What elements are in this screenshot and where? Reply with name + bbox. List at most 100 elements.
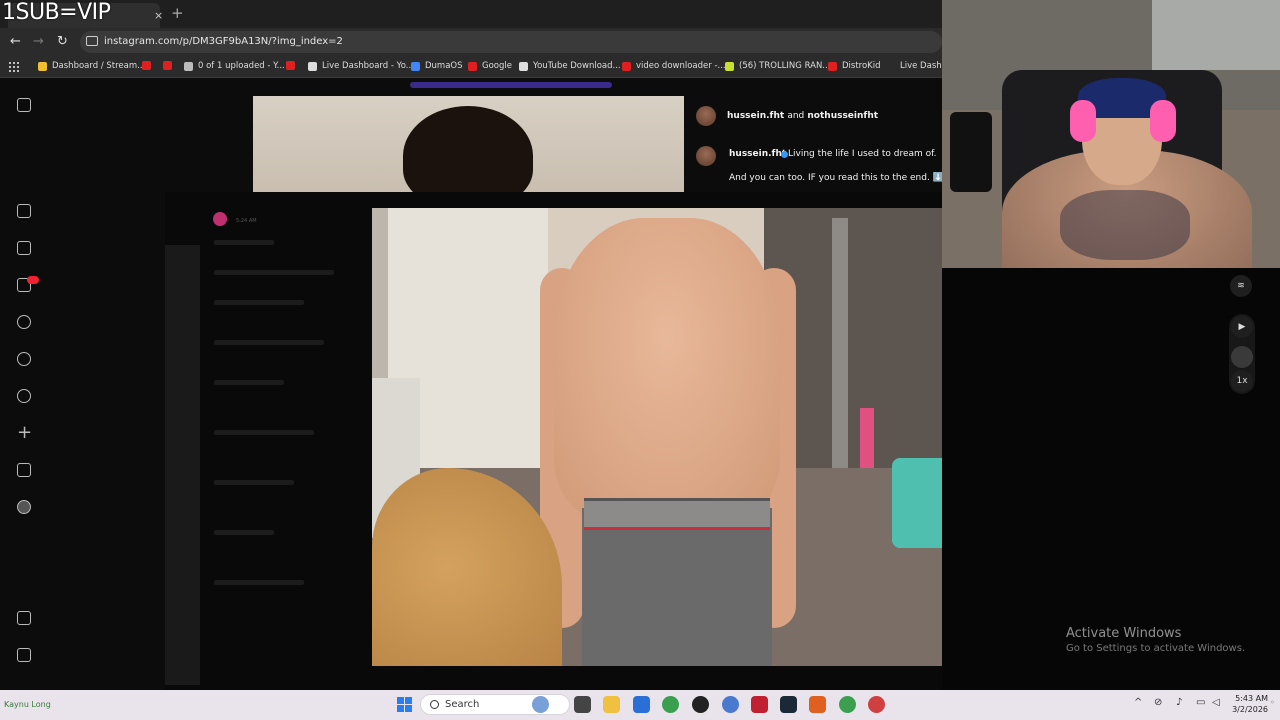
notifications-heart-icon[interactable] <box>17 389 31 403</box>
desktop-screen: × + 1SUB=VIP ← → ↻ instagram.com/p/DM3GF… <box>0 0 1280 720</box>
activate-windows-subtitle: Go to Settings to activate Windows. <box>1066 643 1246 654</box>
bookmark-favicon-icon <box>519 61 528 71</box>
bookmark-item[interactable] <box>163 61 177 70</box>
avatar[interactable] <box>1231 346 1253 368</box>
bookmark-label: Live Dashb <box>900 61 948 71</box>
microphone-icon[interactable]: ♪ <box>1176 697 1182 708</box>
bookmark-favicon-icon <box>622 61 631 71</box>
apps-grid-icon[interactable] <box>8 61 19 72</box>
search-icon[interactable] <box>17 315 31 329</box>
widgets-icon[interactable] <box>532 696 549 713</box>
bookmark-favicon-icon <box>468 61 477 71</box>
bookmarks-bar: Dashboard / Stream... 0 of 1 uploaded - … <box>0 56 947 78</box>
video-player[interactable] <box>372 208 953 666</box>
bookmark-item[interactable]: video downloader -... <box>622 61 726 71</box>
reload-icon[interactable]: ↻ <box>57 34 68 49</box>
reels-icon[interactable] <box>17 241 31 255</box>
instagram-nav-rail: + <box>0 78 48 690</box>
bookmark-item[interactable]: DistroKid <box>828 61 881 71</box>
chat-line <box>214 300 304 305</box>
more-menu-icon[interactable] <box>17 611 31 625</box>
bookmark-favicon-icon <box>886 62 895 71</box>
home-icon[interactable] <box>17 204 31 218</box>
forward-icon[interactable]: → <box>33 34 44 49</box>
bookmark-item[interactable]: (56) TROLLING RAN... <box>725 61 830 71</box>
chrome-icon[interactable] <box>662 696 679 713</box>
liked-by-user[interactable]: hussein.fht <box>727 111 784 121</box>
likes-and-text: and <box>787 111 805 121</box>
bookmark-item[interactable]: YouTube Download... <box>519 61 621 71</box>
chrome-icon[interactable] <box>868 696 885 713</box>
display-icon[interactable]: ▭ <box>1196 697 1205 708</box>
playback-speed-button[interactable]: 1x <box>1231 370 1253 392</box>
chat-timestamp: 5:24 AM <box>236 218 257 224</box>
instagram-logo-icon[interactable] <box>17 98 31 112</box>
video-subject-waistband <box>584 498 770 530</box>
profile-avatar-icon[interactable] <box>17 500 31 514</box>
avatar[interactable] <box>696 106 716 126</box>
chrome-profile-icon[interactable] <box>722 696 739 713</box>
video-subject-torso <box>554 218 780 518</box>
app-icon[interactable] <box>809 696 826 713</box>
also-from-meta-icon[interactable] <box>17 648 31 662</box>
bookmark-item[interactable]: 0 of 1 uploaded - Y... <box>184 61 285 71</box>
url-text[interactable]: instagram.com/p/DM3GF9bA13N/?img_index=2 <box>104 36 343 47</box>
chat-line <box>214 270 334 275</box>
new-tab-icon[interactable]: + <box>171 4 184 22</box>
network-off-icon[interactable]: ⊘ <box>1154 697 1162 708</box>
browser-tab-bar: × + <box>0 0 942 28</box>
play-icon[interactable]: ▶ <box>1231 316 1253 338</box>
back-icon[interactable]: ← <box>10 34 21 49</box>
bookmark-favicon-icon <box>286 61 295 70</box>
bookmark-label: YouTube Download... <box>533 61 621 71</box>
site-info-icon[interactable] <box>86 36 98 46</box>
caption-username[interactable]: hussein.fht <box>729 149 786 159</box>
obs-icon[interactable] <box>692 696 709 713</box>
dashboard-icon[interactable] <box>17 463 31 477</box>
windows-start-icon[interactable] <box>397 697 412 712</box>
taskbar-weather-text[interactable]: Kaynu Long <box>4 700 51 709</box>
activate-windows-title: Activate Windows <box>1066 626 1182 641</box>
bookmark-favicon-icon <box>163 61 172 70</box>
avatar <box>213 212 227 226</box>
bookmark-favicon-icon <box>725 61 734 71</box>
steam-icon[interactable] <box>780 696 797 713</box>
explore-icon[interactable] <box>17 352 31 366</box>
post-image[interactable] <box>253 96 684 192</box>
webcam-window <box>1152 0 1280 70</box>
file-explorer-icon[interactable] <box>603 696 620 713</box>
acrobat-icon[interactable] <box>751 696 768 713</box>
address-bar-row: ← → ↻ instagram.com/p/DM3GF9bA13N/?img_i… <box>0 28 942 56</box>
bookmark-item[interactable] <box>286 61 300 70</box>
messages-badge <box>27 276 39 284</box>
clock-date: 3/2/2026 <box>1232 705 1268 714</box>
bookmark-favicon-icon <box>142 61 151 70</box>
clock-time: 5:43 AM <box>1235 694 1268 703</box>
tab-close-icon[interactable]: × <box>154 9 163 22</box>
avatar[interactable] <box>696 146 716 166</box>
audio-wave-icon[interactable]: ≋ <box>1230 275 1252 297</box>
create-plus-icon[interactable]: + <box>17 424 32 442</box>
tray-overflow-icon[interactable]: ^ <box>1134 697 1142 708</box>
chat-panel: 5:24 AM <box>200 200 384 680</box>
bookmark-item[interactable]: Live Dashboard - Yo... <box>308 61 414 71</box>
bookmark-label: video downloader -... <box>636 61 726 71</box>
webcam-feed <box>942 0 1280 268</box>
bookmark-label: Dashboard / Stream... <box>52 61 146 71</box>
bookmark-item[interactable]: Dashboard / Stream... <box>38 61 145 71</box>
task-view-icon[interactable] <box>574 696 591 713</box>
webcam-supplement-tub <box>950 112 992 192</box>
store-icon[interactable] <box>633 696 650 713</box>
chat-line <box>214 530 274 535</box>
video-subject-shorts <box>582 508 772 666</box>
chrome-icon[interactable] <box>839 696 856 713</box>
bookmark-item[interactable]: Live Dashb <box>886 61 947 71</box>
liked-by-user[interactable]: nothusseinfht <box>807 111 878 121</box>
bookmark-item[interactable]: Google <box>468 61 512 71</box>
notification-bell-icon[interactable]: ◦ <box>1270 698 1275 707</box>
bookmark-item[interactable] <box>142 61 156 70</box>
bookmark-item[interactable]: DumaOS <box>411 61 463 71</box>
bookmark-favicon-icon <box>828 61 837 71</box>
taskbar-clock[interactable]: 5:43 AM 3/2/2026 <box>1228 693 1268 715</box>
volume-icon[interactable]: ◁ <box>1212 697 1220 708</box>
